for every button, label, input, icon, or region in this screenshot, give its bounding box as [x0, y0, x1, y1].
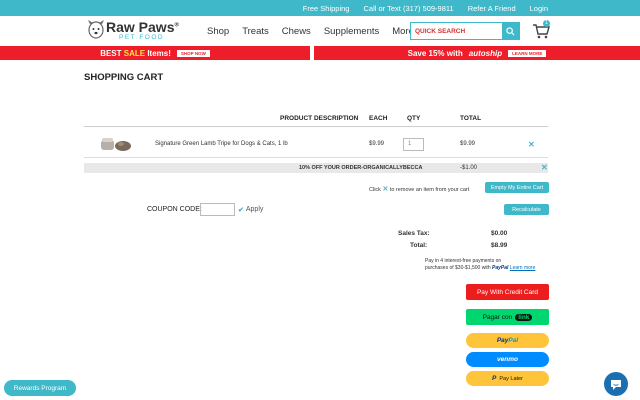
search-input[interactable] [411, 23, 502, 39]
total-value: $8.99 [491, 242, 508, 249]
apply-coupon-button[interactable]: ✔ Apply [238, 206, 263, 214]
promo-sale-text: BEST SALE Items! [100, 48, 171, 58]
shop-now-button[interactable]: SHOP NOW [176, 49, 210, 57]
total-label: Total: [410, 242, 428, 249]
venmo-button[interactable]: venmo [466, 352, 549, 367]
discount-label: 10% OFF YOUR ORDER-ORGANICALLYBECCA [299, 164, 423, 171]
col-qty: QTY [407, 115, 421, 122]
coupon-input[interactable] [200, 203, 235, 216]
paylater-message: Pay in 4 interest-free payments on purch… [425, 258, 536, 271]
paypal-button[interactable]: Pay Pal [466, 333, 549, 348]
discount-amount: -$1.00 [460, 164, 478, 171]
logo-name: Raw Paws® [106, 19, 179, 35]
quantity-input[interactable]: 1 [403, 138, 424, 151]
sales-tax-label: Sales Tax: [398, 230, 430, 237]
item-total-price: $9.99 [460, 141, 476, 147]
call-text-link[interactable]: Call or Text (317) 509-9811 [363, 4, 453, 13]
close-icon[interactable]: ✕ [528, 141, 536, 149]
page-title: SHOPPING CART [84, 72, 164, 83]
check-icon: ✔ [238, 207, 244, 214]
nav-shop[interactable]: Shop [207, 26, 229, 37]
row-divider [84, 157, 548, 158]
close-icon[interactable]: ✕ [541, 164, 549, 172]
recalculate-button[interactable]: Recalculate [504, 204, 549, 215]
sales-tax-value: $0.00 [491, 230, 508, 237]
promo-banner-sale[interactable]: BEST SALE Items! SHOP NOW [0, 46, 310, 60]
site-logo[interactable]: Raw Paws® PET FOOD [86, 18, 196, 44]
autoship-logo: autoship [468, 48, 503, 58]
item-each-price: $9.99 [369, 141, 385, 147]
paypal-pay-later-button[interactable]: P Pay Later [466, 371, 549, 386]
learn-more-button[interactable]: LEARN MORE [508, 49, 547, 57]
logo-subtitle: PET FOOD [119, 34, 165, 41]
site-header: Raw Paws® PET FOOD Shop Treats Chews Sup… [0, 16, 640, 46]
search-button[interactable] [502, 23, 519, 39]
paypal-icon: P [492, 375, 497, 382]
product-image[interactable] [100, 137, 132, 152]
discount-row: 10% OFF YOUR ORDER-ORGANICALLYBECCA -$1.… [84, 163, 548, 173]
refer-friend-link[interactable]: Refer A Friend [468, 4, 516, 13]
coupon-label: COUPON CODE: [147, 206, 202, 213]
product-name[interactable]: Signature Green Lamb Tripe for Dogs & Ca… [155, 141, 288, 147]
close-icon: ✕ [382, 186, 389, 193]
paylater-learn-more-link[interactable]: Learn more [510, 265, 536, 271]
search-box [410, 22, 520, 40]
header-divider [84, 126, 548, 127]
promo-banner-autoship[interactable]: Save 15% with autoship LEARN MORE [314, 46, 640, 60]
col-total: TOTAL [460, 115, 482, 122]
chat-icon [611, 379, 621, 390]
col-each: EACH [369, 115, 388, 122]
remove-instructions: Click ✕ to remove an item from your cart [369, 186, 470, 193]
nav-treats[interactable]: Treats [242, 26, 269, 37]
pay-link-button[interactable]: Pagar con link [466, 309, 549, 325]
nav-chews[interactable]: Chews [282, 26, 311, 37]
search-icon [506, 26, 515, 36]
promo-autoship-text: Save 15% with [407, 48, 463, 58]
main-nav: Shop Treats Chews Supplements More [207, 26, 414, 37]
link-logo: link [515, 313, 533, 321]
login-link[interactable]: Login [530, 4, 548, 13]
cart-count-badge: 1 [543, 20, 550, 27]
col-product-description: PRODUCT DESCRIPTION [280, 115, 359, 122]
free-shipping-link[interactable]: Free Shipping [303, 4, 350, 13]
chat-button[interactable] [604, 372, 628, 396]
empty-cart-button[interactable]: Empty My Entire Cart [485, 182, 549, 193]
top-bar: Free Shipping Call or Text (317) 509-981… [0, 0, 640, 16]
paypal-logo: PayPal [492, 265, 509, 271]
nav-supplements[interactable]: Supplements [324, 26, 379, 37]
rewards-program-button[interactable]: Rewards Program [4, 380, 76, 396]
pay-credit-card-button[interactable]: Pay With Credit Card [466, 284, 549, 300]
dog-logo-icon [88, 20, 104, 39]
